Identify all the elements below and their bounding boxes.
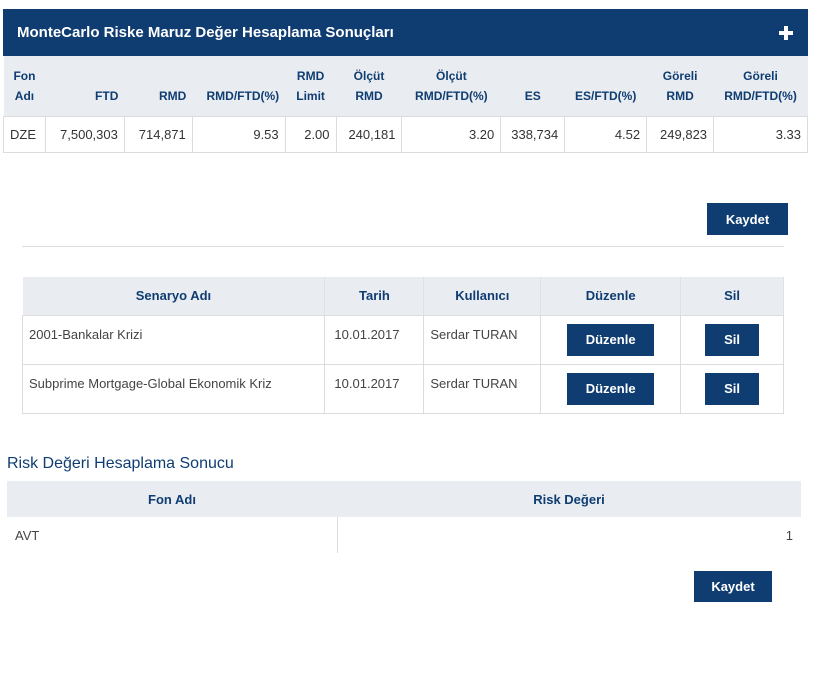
cell-fund-name: DZE (3, 115, 46, 153)
scenario-date: 10.01.2017 (324, 363, 425, 414)
edit-cell: Düzenle (540, 363, 682, 414)
col-fund-name: Fon Adı (7, 481, 337, 517)
col-es-ftd: ES/FTD(%) (564, 56, 647, 116)
results-table: Fon Adı FTD RMD RMD/FTD(%) RMD Limit Ölçüt… (3, 56, 808, 153)
col-date: Tarih (324, 277, 425, 315)
col-goreli-rmd: Göreli RMD (646, 56, 714, 116)
cell-goreli-rmd-ftd: 3.33 (713, 115, 808, 153)
cell-rmd-ftd: 9.53 (191, 115, 286, 153)
cell-rmd-limit: 2.00 (284, 115, 337, 153)
col-es: ES (500, 56, 565, 116)
edit-button[interactable]: Düzenle (567, 372, 655, 405)
cell-olcut-rmd: 240,181 (335, 115, 403, 153)
scenario-name: Subprime Mortgage-Global Ekonomik Kriz (21, 363, 326, 414)
col-delete: Sil (680, 277, 784, 315)
cell-goreli-rmd: 249,823 (646, 115, 715, 153)
delete-button[interactable]: Sil (705, 372, 760, 405)
table-row: 2001-Bankalar Krizi 10.01.2017 Serdar TU… (21, 314, 784, 365)
col-olcut-rmd: Ölçüt RMD (336, 56, 402, 116)
cell-olcut-rmd-ftd: 3.20 (401, 115, 502, 153)
plus-icon[interactable] (779, 25, 793, 40)
edit-button[interactable]: Düzenle (567, 323, 655, 356)
risk-table: Fon Adı Risk Değeri AVT 1 (7, 481, 801, 553)
scenario-name: 2001-Bankalar Krizi (21, 314, 326, 365)
col-risk-value: Risk Değeri (337, 481, 801, 517)
col-olcut-rmd-ftd: Ölçüt RMD/FTD(%) (401, 56, 501, 116)
scenario-header-row: Senaryo Adı Tarih Kullanıcı Düzenle Sil (22, 277, 784, 315)
scenario-table: Senaryo Adı Tarih Kullanıcı Düzenle Sil … (21, 277, 784, 414)
col-goreli-rmd-ftd: Göreli RMD/FTD(%) (713, 56, 808, 116)
risk-section-title: Risk Değeri Hesaplama Sonucu (7, 455, 234, 472)
cell-es-ftd: 4.52 (564, 115, 648, 153)
table-row: AVT 1 (7, 517, 801, 553)
col-rmd-limit: RMD Limit (285, 56, 337, 116)
scenario-user: Serdar TURAN (423, 314, 542, 365)
risk-header-row: Fon Adı Risk Değeri (7, 481, 801, 517)
cell-ftd: 7,500,303 (44, 115, 125, 153)
col-ftd: FTD (45, 56, 125, 116)
cell-es: 338,734 (500, 115, 566, 153)
results-panel: MonteCarlo Riske Maruz Değer Hesaplama S… (3, 9, 808, 153)
col-rmd-ftd: RMD/FTD(%) (192, 56, 286, 116)
panel-title: MonteCarlo Riske Maruz Değer Hesaplama S… (17, 24, 394, 41)
results-header-row: Fon Adı FTD RMD RMD/FTD(%) RMD Limit Ölçüt… (3, 56, 808, 116)
scenario-date: 10.01.2017 (324, 314, 425, 365)
col-rmd: RMD (124, 56, 193, 116)
col-scenario-name: Senaryo Adı (22, 277, 326, 315)
save-button[interactable]: Kaydet (707, 203, 788, 235)
table-row: Subprime Mortgage-Global Ekonomik Kriz 1… (21, 363, 784, 414)
delete-button[interactable]: Sil (705, 323, 760, 356)
table-row: DZE 7,500,303 714,871 9.53 2.00 240,181 … (3, 115, 808, 153)
cell-rmd: 714,871 (123, 115, 193, 153)
delete-cell: Sil (680, 363, 784, 414)
save-button-risk[interactable]: Kaydet (694, 571, 772, 602)
risk-value: 1 (785, 527, 793, 543)
risk-fund-name: AVT (7, 517, 338, 553)
delete-cell: Sil (680, 314, 784, 365)
panel-header: MonteCarlo Riske Maruz Değer Hesaplama S… (3, 9, 808, 56)
edit-cell: Düzenle (540, 314, 682, 365)
col-edit: Düzenle (540, 277, 682, 315)
scenario-user: Serdar TURAN (423, 363, 542, 414)
divider (22, 246, 784, 247)
col-fund-name: Fon Adı (3, 56, 46, 116)
col-user: Kullanıcı (423, 277, 542, 315)
